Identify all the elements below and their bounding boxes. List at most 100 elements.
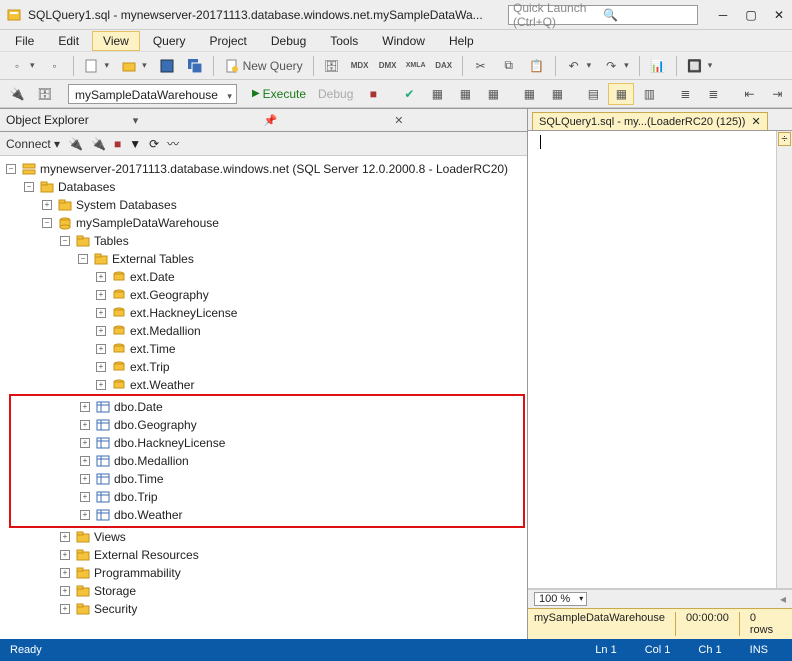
dbo-table-node[interactable]: +dbo.HackneyLicense [11,434,523,452]
sql-editor[interactable]: ÷ [528,131,792,589]
results-file-icon[interactable]: ▥ [636,83,662,105]
activity-icon[interactable]: 〰 [167,135,179,152]
filter-icon[interactable]: ▼ [129,137,141,151]
find-button[interactable]: 🔲 [682,55,718,77]
undo-button[interactable]: ↶ [561,55,597,77]
status-bar: Ready Ln 1 Col 1 Ch 1 INS [0,639,792,661]
menu-debug[interactable]: Debug [260,31,317,51]
system-databases-folder[interactable]: +System Databases [2,196,525,214]
tab-close-icon[interactable]: ✕ [751,115,760,128]
xmla-query-icon[interactable]: XMLA [403,55,429,77]
window-title: SQLQuery1.sql - mynewserver-20171113.dat… [28,8,483,22]
debug-button[interactable]: Debug [313,84,358,104]
dax-query-icon[interactable]: DAX [431,55,457,77]
zoom-combo[interactable]: 100 % [534,592,587,606]
estimated-plan-icon[interactable]: ▦ [424,83,450,105]
tables-folder[interactable]: −Tables [2,232,525,250]
panel-dropdown-icon[interactable]: ▾ [129,114,260,127]
dbo-table-node[interactable]: +dbo.Weather [11,506,523,524]
disconnect-icon[interactable]: 🔌 [68,137,83,151]
editor-tabstrip: SQLQuery1.sql - my...(LoaderRC20 (125)) … [528,109,792,131]
menu-tools[interactable]: Tools [319,31,369,51]
object-explorer-tree[interactable]: −mynewserver-20171113.database.windows.n… [0,156,527,639]
programmability-folder[interactable]: +Programmability [2,564,525,582]
db-engine-query-icon[interactable]: 🗄 [319,55,345,77]
activity-monitor-icon[interactable]: 📊 [645,55,671,77]
status-rows: 0 rows [750,612,786,636]
editor-scrollbar[interactable]: ÷ [776,131,792,588]
maximize-button[interactable]: ▢ [744,8,758,22]
copy-button[interactable]: ⧉ [496,55,522,77]
execute-button[interactable]: ▶Execute [247,84,311,104]
nav-forward-button[interactable]: ◦ [42,55,68,77]
query-options-icon[interactable]: ▦ [452,83,478,105]
databases-folder[interactable]: −Databases [2,178,525,196]
mdx-query-icon[interactable]: MDX [347,55,373,77]
stop-button[interactable]: ■ [360,83,386,105]
cut-button[interactable]: ✂ [468,55,494,77]
indent-dec-icon[interactable]: ⇤ [736,83,762,105]
dbo-table-node[interactable]: +dbo.Medallion [11,452,523,470]
ext-table-node[interactable]: +ext.Date [2,268,525,286]
connect-button[interactable]: Connect ▾ [6,137,60,151]
ext-table-node[interactable]: +ext.Trip [2,358,525,376]
database-combo[interactable]: mySampleDataWarehouse [68,84,237,104]
menu-edit[interactable]: Edit [47,31,90,51]
database-node[interactable]: −mySampleDataWarehouse [2,214,525,232]
results-grid-icon[interactable]: ▦ [608,83,634,105]
h-scroll-left-icon[interactable]: ◂ [780,592,786,606]
nav-back-button[interactable]: ◦ [4,55,40,77]
menu-view[interactable]: View [92,31,140,51]
stop-icon[interactable]: ■ [114,137,121,151]
available-databases-icon[interactable]: 🗄 [32,83,58,105]
paste-button[interactable]: 📋 [524,55,550,77]
ext-table-node[interactable]: +ext.HackneyLicense [2,304,525,322]
uncomment-icon[interactable]: ≣ [700,83,726,105]
dbo-table-node[interactable]: +dbo.Trip [11,488,523,506]
external-resources-folder[interactable]: +External Resources [2,546,525,564]
intellisense-icon[interactable]: ▦ [480,83,506,105]
menu-window[interactable]: Window [371,31,436,51]
storage-folder[interactable]: +Storage [2,582,525,600]
save-button[interactable] [154,55,180,77]
server-node[interactable]: −mynewserver-20171113.database.windows.n… [2,160,525,178]
results-text-icon[interactable]: ▤ [580,83,606,105]
save-all-button[interactable] [182,55,208,77]
quick-launch-placeholder: Quick Launch (Ctrl+Q) [513,1,603,29]
open-button[interactable] [116,55,152,77]
dbo-table-node[interactable]: +dbo.Date [11,398,523,416]
dbo-table-node[interactable]: +dbo.Time [11,470,523,488]
menu-file[interactable]: File [4,31,45,51]
comment-icon[interactable]: ≣ [672,83,698,105]
menu-project[interactable]: Project [199,31,258,51]
ext-table-node[interactable]: +ext.Weather [2,376,525,394]
parse-button[interactable]: ✔ [396,83,422,105]
new-query-button[interactable]: New Query [219,55,308,77]
ext-table-node[interactable]: +ext.Time [2,340,525,358]
dmx-query-icon[interactable]: DMX [375,55,401,77]
indent-inc-icon[interactable]: ⇥ [764,83,790,105]
change-connection-icon[interactable]: 🔌 [4,83,30,105]
security-folder[interactable]: +Security [2,600,525,618]
minimize-button[interactable]: ─ [716,8,730,22]
refresh-icon[interactable]: ⟳ [149,137,159,151]
views-folder[interactable]: +Views [2,528,525,546]
quick-launch-input[interactable]: Quick Launch (Ctrl+Q) 🔍 [508,5,698,25]
redo-button[interactable]: ↷ [598,55,634,77]
panel-pin-icon[interactable]: 📌 [260,114,391,127]
editor-tab[interactable]: SQLQuery1.sql - my...(LoaderRC20 (125)) … [532,112,768,130]
actual-plan-icon[interactable]: ▦ [516,83,542,105]
menu-query[interactable]: Query [142,31,197,51]
panel-close-icon[interactable]: ✕ [390,114,521,127]
close-button[interactable]: ✕ [772,8,786,22]
dbo-table-node[interactable]: +dbo.Geography [11,416,523,434]
new-item-button[interactable] [79,55,115,77]
menu-help[interactable]: Help [438,31,485,51]
ext-table-node[interactable]: +ext.Medallion [2,322,525,340]
client-stats-icon[interactable]: ▦ [544,83,570,105]
split-handle-icon[interactable]: ÷ [778,132,791,146]
status-ln: Ln 1 [581,644,630,656]
ext-table-node[interactable]: +ext.Geography [2,286,525,304]
external-tables-folder[interactable]: −External Tables [2,250,525,268]
disconnect-all-icon[interactable]: 🔌 [91,137,106,151]
